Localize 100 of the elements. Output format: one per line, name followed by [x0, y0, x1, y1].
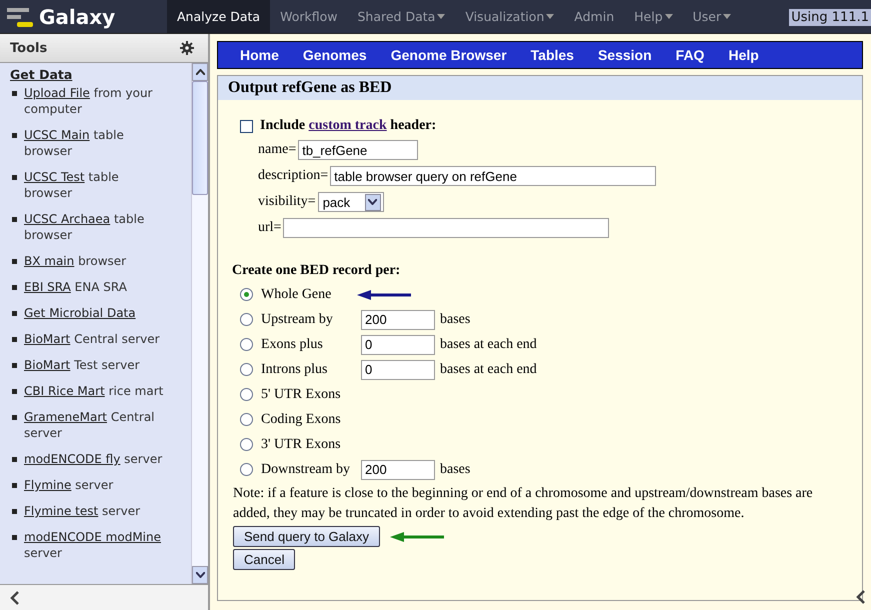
- bullet-icon: [12, 535, 17, 540]
- radio-button[interactable]: [240, 288, 253, 301]
- tool-entry: BX main browser: [24, 253, 126, 269]
- nav-link[interactable]: FAQ: [664, 47, 716, 63]
- radio-button[interactable]: [240, 388, 253, 401]
- number-field[interactable]: 200: [361, 460, 435, 480]
- tool-link[interactable]: BX main: [24, 254, 74, 268]
- text-field[interactable]: [283, 218, 610, 238]
- tool-entry: CBI Rice Mart rice mart: [24, 383, 164, 399]
- checkbox-label: Include custom track header:: [260, 118, 436, 134]
- bullet-icon: [12, 509, 17, 514]
- bullet-icon: [12, 483, 17, 488]
- checkbox[interactable]: [240, 120, 253, 132]
- field-label: description=: [258, 168, 328, 184]
- tool-entry: Upload File from your computer: [24, 85, 154, 117]
- option-label: Downstream by: [261, 462, 352, 478]
- bullet-icon: [12, 133, 17, 138]
- scrollbar[interactable]: [191, 63, 208, 584]
- scrollbar-thumb[interactable]: [192, 81, 208, 195]
- tool-link[interactable]: Upload File: [24, 86, 90, 100]
- field-label: name=: [258, 142, 296, 158]
- nav-link[interactable]: Genome Browser: [378, 47, 519, 63]
- tool-link[interactable]: GrameneMart: [24, 410, 107, 424]
- radio-button[interactable]: [240, 338, 253, 351]
- bullet-icon: [12, 389, 17, 394]
- tool-entry: EBI SRA ENA SRA: [24, 279, 127, 295]
- bullet-icon: [12, 363, 17, 368]
- option-label: Exons plus: [261, 336, 324, 352]
- brand-title: Galaxy: [39, 4, 116, 28]
- unit-label: bases: [440, 312, 470, 328]
- radio-button[interactable]: [240, 463, 253, 476]
- option-label: Coding Exons: [261, 412, 342, 428]
- collapse-icon[interactable]: [10, 591, 19, 605]
- nav-tab[interactable]: Help: [624, 0, 683, 33]
- tools-title: Tools: [10, 40, 48, 56]
- nav-link[interactable]: Help: [716, 47, 771, 63]
- scroll-up-icon[interactable]: [196, 69, 204, 75]
- nav-link[interactable]: Session: [586, 47, 664, 63]
- tool-link[interactable]: Flymine test: [24, 504, 98, 518]
- nav-tab[interactable]: Visualization: [455, 0, 564, 33]
- panel-title: Output refGene as BED: [228, 79, 392, 97]
- field-label: url=: [258, 220, 282, 236]
- number-field[interactable]: 200: [361, 310, 435, 330]
- tool-entry: BioMart Central server: [24, 331, 160, 347]
- number-field[interactable]: 0: [361, 360, 435, 380]
- field-label: visibility=: [258, 194, 316, 210]
- tool-entry: Flymine server: [24, 477, 114, 493]
- scroll-down-icon[interactable]: [196, 572, 204, 578]
- tool-entry: GrameneMart Central server: [24, 409, 156, 441]
- settings-icon[interactable]: [180, 41, 194, 55]
- bullet-icon: [12, 457, 17, 462]
- note-text: Note: if a feature is close to the beginning or end of a chromosome and upstream/downstream bases are added, they may be truncated in order to avoid extending past the edge of the chromosome.: [233, 485, 814, 523]
- tool-link[interactable]: modENCODE modMine: [24, 530, 161, 544]
- nav-link[interactable]: Genomes: [290, 47, 379, 63]
- nav-tab[interactable]: Workflow: [270, 0, 348, 33]
- bullet-icon: [12, 217, 17, 222]
- unit-label: bases at each end: [440, 362, 537, 378]
- caret-icon: [368, 199, 378, 205]
- bullet-icon: [12, 415, 17, 420]
- option-label: Upstream by: [261, 312, 334, 328]
- radio-button[interactable]: [240, 363, 253, 376]
- custom-track-link[interactable]: custom track: [308, 118, 387, 133]
- bullet-icon: [12, 175, 17, 180]
- tool-link[interactable]: EBI SRA: [24, 280, 71, 294]
- nav-tab[interactable]: Analyze Data: [167, 0, 270, 33]
- nav-tab[interactable]: Admin: [564, 0, 624, 33]
- nav-link[interactable]: Tables: [518, 47, 586, 63]
- radio-button[interactable]: [240, 413, 253, 426]
- tool-link[interactable]: Flymine: [24, 478, 72, 492]
- tool-link[interactable]: modENCODE fly: [24, 452, 120, 466]
- radio-button[interactable]: [240, 438, 253, 451]
- nav-tab[interactable]: Shared Data: [347, 0, 456, 33]
- option-label: 5' UTR Exons: [261, 386, 342, 402]
- text-field[interactable]: tb_refGene: [298, 140, 418, 160]
- collapse-icon[interactable]: [856, 590, 865, 604]
- option-label: 3' UTR Exons: [261, 436, 342, 452]
- tool-entry: UCSC Archaea table browser: [24, 211, 146, 243]
- nav-link[interactable]: Home: [228, 47, 291, 63]
- unit-label: bases at each end: [440, 336, 537, 352]
- tool-link[interactable]: UCSC Main: [24, 128, 90, 142]
- bullet-icon: [12, 259, 17, 264]
- tool-link[interactable]: Get Microbial Data: [24, 305, 136, 321]
- bullet-icon: [12, 285, 17, 290]
- option-label: Introns plus: [261, 362, 328, 378]
- form-button[interactable]: Send query to Galaxy: [233, 526, 380, 547]
- text-field[interactable]: table browser query on refGene: [330, 166, 656, 186]
- tool-link[interactable]: CBI Rice Mart: [24, 384, 105, 398]
- tool-link[interactable]: BioMart: [24, 332, 70, 346]
- visibility-dropdown[interactable]: pack: [318, 192, 384, 212]
- tool-link[interactable]: UCSC Archaea: [24, 212, 110, 226]
- bullet-icon: [12, 337, 17, 342]
- section-link[interactable]: Get Data: [10, 67, 191, 82]
- number-field[interactable]: 0: [361, 334, 435, 354]
- radio-button[interactable]: [240, 313, 253, 326]
- usage-label: Using 111.1: [789, 9, 871, 26]
- form-button[interactable]: Cancel: [233, 549, 296, 570]
- tool-link[interactable]: UCSC Test: [24, 170, 85, 184]
- nav-tab[interactable]: User: [682, 0, 742, 33]
- tool-link[interactable]: BioMart: [24, 358, 70, 372]
- tool-entry: UCSC Main table browser: [24, 127, 125, 159]
